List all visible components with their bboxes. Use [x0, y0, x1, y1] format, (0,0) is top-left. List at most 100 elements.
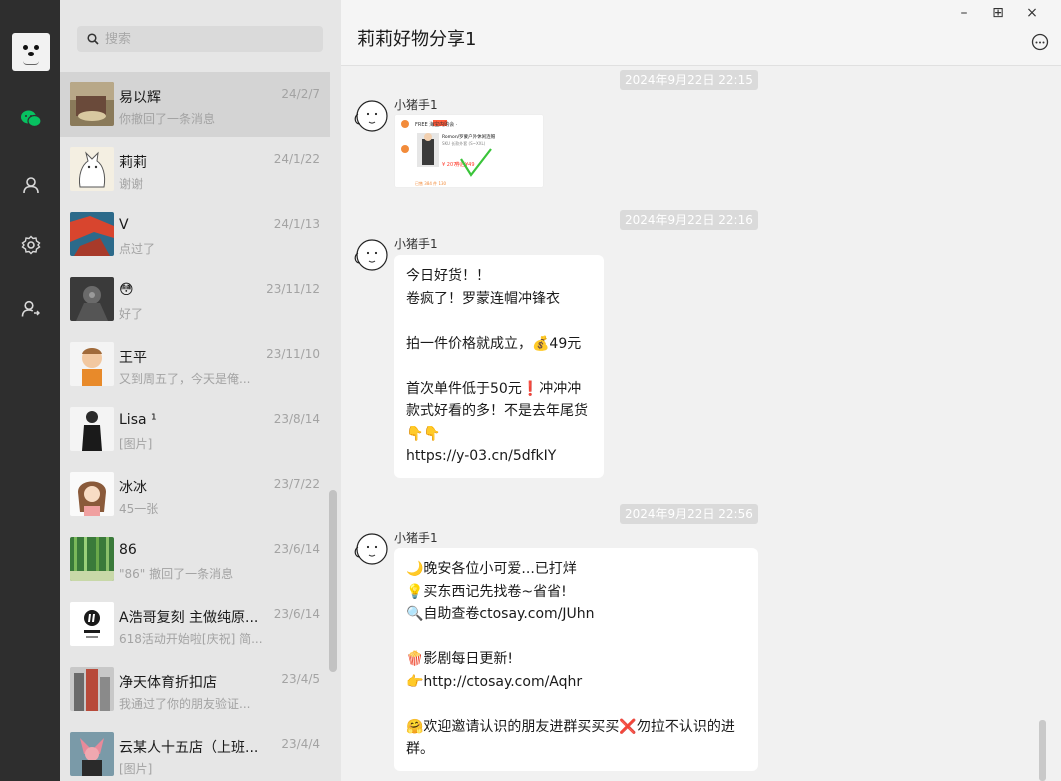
conversation-preview: 618活动开始啦[庆祝] 简...	[119, 632, 263, 646]
text-message-bubble[interactable]: 今日好货！！ 卷疯了！罗蒙连帽冲锋衣 拍一件价格就成立，💰49元 首次单件低于5…	[394, 255, 604, 478]
conversation-name: 😳	[119, 282, 134, 298]
contact-avatar	[70, 342, 114, 386]
contact-avatar	[70, 212, 114, 256]
conversation-item[interactable]: 净天体育折扣店 23/4/5 我通过了你的朋友验证...	[60, 657, 330, 722]
conversation-name: 冰冰	[119, 480, 147, 496]
contact-avatar	[70, 732, 114, 776]
conversation-date: 23/6/14	[273, 542, 320, 556]
chat-icon[interactable]	[20, 108, 42, 130]
message-line: 群。	[406, 741, 434, 757]
more-options-icon[interactable]	[1031, 33, 1049, 51]
conversation-name: 86	[119, 542, 137, 558]
message-line: 👇👇	[406, 425, 441, 442]
user-avatar[interactable]	[12, 33, 50, 71]
sender-name: 小猪手1	[394, 237, 438, 251]
sender-avatar[interactable]	[350, 235, 390, 275]
message-line-blank	[406, 693, 746, 716]
conversation-item[interactable]: 86 23/6/14 "86" 撤回了一条消息	[60, 527, 330, 592]
message-line-blank	[406, 626, 746, 649]
image-message[interactable]: FREE 海宝内购会 · Romon/罗蒙户外休闲连帽 SKU 长款外套 (S~…	[394, 114, 544, 188]
avatar-eye-right	[34, 45, 39, 50]
message-link[interactable]: 🔍自助查卷ctosay.com/JUhn	[406, 603, 746, 626]
message-line: 💡买东西记先找卷~省省!	[406, 583, 567, 600]
conversation-item[interactable]: 云某人十五店（上班... 23/4/4 [图片]	[60, 722, 330, 781]
conversation-date: 24/2/7	[281, 87, 320, 101]
search-input[interactable]	[105, 31, 305, 47]
conversation-item[interactable]: 😳 23/11/12 好了	[60, 267, 330, 332]
conversation-preview: 谢谢	[119, 177, 144, 191]
maximize-button[interactable]: ⊞	[989, 4, 1007, 22]
conversation-name: 易以辉	[119, 90, 161, 106]
contact-avatar	[70, 537, 114, 581]
message-line: 🍿影剧每日更新!	[406, 651, 514, 667]
message-link[interactable]: https://y-03.cn/5dfkIY	[406, 445, 592, 468]
conversation-name: V	[119, 217, 129, 233]
conversation-preview: 点过了	[119, 242, 156, 256]
conversation-item[interactable]: 王平 23/11/10 又到周五了，今天是俺...	[60, 332, 330, 397]
message-link[interactable]: 👉http://ctosay.com/Aqhr	[406, 671, 746, 694]
chat-scrollbar[interactable]	[1039, 720, 1046, 781]
conversation-name: Lisa ¹	[119, 412, 157, 428]
conversation-preview: 45一张	[119, 502, 159, 516]
chat-title: 莉莉好物分享1	[357, 29, 477, 50]
contact-avatar	[70, 472, 114, 516]
conversation-date: 23/7/22	[273, 477, 320, 491]
text-message-bubble[interactable]: 🌙晚安各位小可爱...已打烊 💡买东西记先找卷~省省! 🔍自助查卷ctosay.…	[394, 548, 758, 771]
conversation-name: 云某人十五店（上班...	[119, 740, 259, 756]
sender-name: 小猪手1	[394, 98, 438, 112]
avatar-mouth	[23, 61, 39, 65]
conversation-item[interactable]: V 24/1/13 点过了	[60, 202, 330, 267]
conversation-preview: 你撤回了一条消息	[119, 112, 216, 126]
conversation-preview: [图片]	[119, 762, 153, 776]
message-line: 拍一件价格就成立，💰49元	[406, 335, 582, 352]
contact-avatar	[70, 82, 114, 126]
conversation-date: 23/4/5	[281, 672, 320, 686]
close-button[interactable]: ×	[1023, 4, 1041, 22]
search-box[interactable]	[77, 26, 323, 52]
conversation-item[interactable]: 冰冰 23/7/22 45一张	[60, 462, 330, 527]
friend-request-icon[interactable]	[20, 298, 42, 320]
sender-avatar[interactable]	[350, 96, 390, 136]
conversation-item[interactable]: 莉莉 24/1/22 谢谢	[60, 137, 330, 202]
chat-panel: 莉莉好物分享1 – ⊞ × 2024年9月22日 22:15 小猪手1 FREE…	[341, 0, 1061, 781]
image-product-text: Romon/罗蒙户外休闲连帽	[442, 133, 496, 140]
conversation-list: 易以辉 24/2/7 你撤回了一条消息 莉莉 24/1/22 谢谢 V 24/1…	[60, 0, 341, 781]
conversation-preview: 好了	[119, 307, 144, 321]
message-line: 卷疯了！罗蒙连帽冲锋衣	[406, 290, 560, 307]
conversation-preview: "86" 撤回了一条消息	[119, 567, 234, 581]
message-line: 🌙晚安各位小可爱...已打烊	[406, 561, 577, 577]
conversation-name: A浩哥复刻 主做纯原...	[119, 610, 259, 626]
message-line-blank	[406, 355, 592, 378]
list-scrollbar[interactable]	[329, 490, 337, 672]
conversation-name: 王平	[119, 350, 147, 366]
message-line: 首次单件低于50元❗冲冲冲	[406, 380, 582, 397]
conversation-name: 净天体育折扣店	[119, 675, 217, 691]
contacts-icon[interactable]	[20, 174, 42, 196]
message-line: 今日好货！！	[406, 268, 490, 284]
sender-name: 小猪手1	[394, 531, 438, 545]
conversation-date: 23/8/14	[273, 412, 320, 426]
settings-icon[interactable]	[20, 234, 42, 256]
conversation-date: 24/1/13	[273, 217, 320, 231]
message-timestamp: 2024年9月22日 22:56	[620, 504, 758, 524]
contact-avatar	[70, 277, 114, 321]
conversation-item[interactable]: 易以辉 24/2/7 你撤回了一条消息	[60, 72, 330, 137]
conversation-preview: [图片]	[119, 437, 153, 451]
conversation-date: 23/6/14	[273, 607, 320, 621]
conversation-date: 23/11/12	[266, 282, 320, 296]
image-detail-text: SKU 长款外套 (S~XXL)	[442, 140, 486, 146]
message-line: 款式好看的多！不是去年尾货	[406, 403, 588, 419]
image-header-text: FREE 海宝内购会 ·	[415, 121, 458, 128]
conversation-item[interactable]: A浩哥复刻 主做纯原... 23/6/14 618活动开始啦[庆祝] 简...	[60, 592, 330, 657]
conversation-item[interactable]: Lisa ¹ 23/8/14 [图片]	[60, 397, 330, 462]
nav-rail	[0, 0, 60, 781]
message-line-blank	[406, 310, 592, 333]
sender-avatar[interactable]	[350, 529, 390, 569]
conversation-date: 23/11/10	[266, 347, 320, 361]
conversation-preview: 我通过了你的朋友验证...	[119, 697, 251, 711]
conversation-name: 莉莉	[119, 155, 147, 171]
chat-header: 莉莉好物分享1 – ⊞ ×	[341, 0, 1061, 66]
contact-avatar	[70, 147, 114, 191]
avatar-eye-left	[23, 45, 28, 50]
minimize-button[interactable]: –	[955, 4, 973, 22]
